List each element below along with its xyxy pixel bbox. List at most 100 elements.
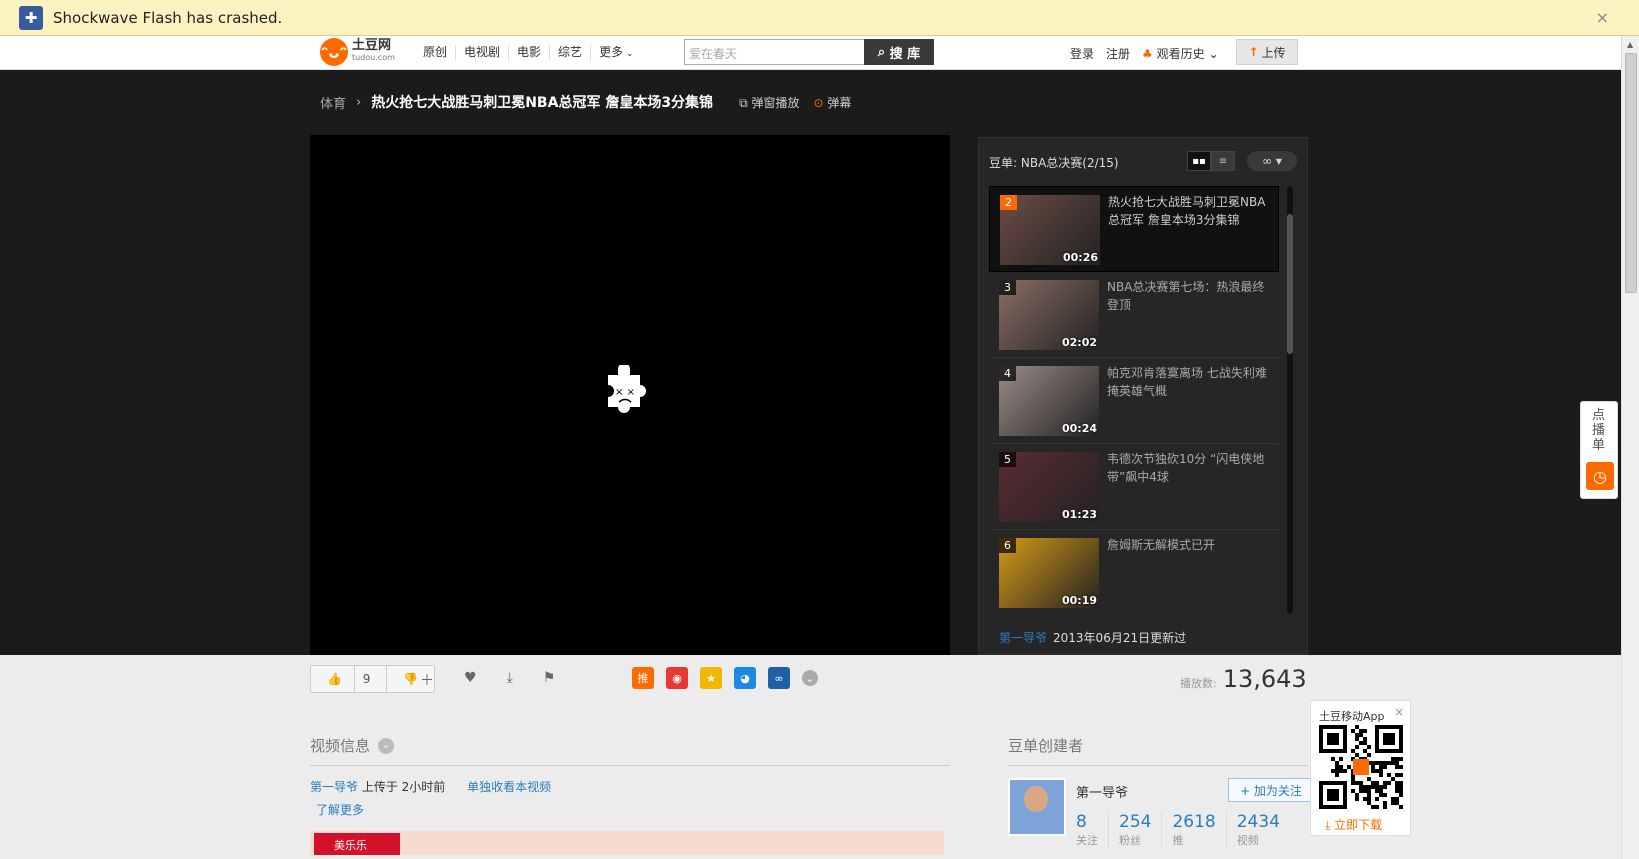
grid-view-icon[interactable]: ▪▪ <box>1187 151 1211 171</box>
loop-dropdown[interactable]: ∞ ▾ <box>1247 151 1297 171</box>
chevron-right-icon: › <box>356 94 362 110</box>
item-duration: 00:26 <box>1062 251 1098 264</box>
clock-icon[interactable]: ◷ <box>1586 462 1614 490</box>
heart-icon[interactable]: ♥ <box>464 670 477 690</box>
uploader-link[interactable]: 第一导爷 <box>310 780 358 794</box>
star-icon[interactable]: ★ <box>700 667 722 689</box>
item-duration: 00:24 <box>1061 422 1097 435</box>
history-link[interactable]: ♣ 观看历史 ⌄ <box>1142 45 1218 62</box>
video-info-title: 视频信息 <box>310 737 371 755</box>
download-icon[interactable]: ⤓ <box>507 670 513 690</box>
video-info-section: 视频信息 ⌄ 第一导爷 上传于 2小时前 单独收看本视频 了解更多 美乐乐 <box>310 735 950 855</box>
playlist-scrollbar[interactable] <box>1287 186 1293 614</box>
video-thumbnail[interactable]: 4 00:24 <box>999 366 1099 436</box>
nav-item-movies[interactable]: 电影 <box>509 45 551 61</box>
playlist-item[interactable]: 4 00:24 帕克邓肯落寞离场 七战失利难掩英雄气概 <box>989 358 1279 444</box>
creator-stat[interactable]: 254 粉丝 <box>1108 812 1161 848</box>
nav-item-more[interactable]: 更多 ⌄ <box>591 45 641 61</box>
playlist-item[interactable]: 3 02:02 NBA总决赛第七场：热浪最终登顶 <box>989 272 1279 358</box>
popup-play-link[interactable]: ⧉ 弹窗播放 <box>739 94 799 111</box>
item-duration: 02:02 <box>1061 336 1097 349</box>
search-icon: ⌕ <box>877 44 890 60</box>
creator-name[interactable]: 第一导爷 <box>1076 782 1128 801</box>
creator-stat[interactable]: 2434 视频 <box>1225 812 1290 848</box>
playlist-item[interactable]: 5 01:23 韦德次节独砍10分 “闪电侠地带”飙中4球 <box>989 444 1279 530</box>
collect-link[interactable]: 单独收看本视频 <box>467 780 551 794</box>
chevron-down-icon: ⌄ <box>623 49 634 59</box>
register-link[interactable]: 注册 <box>1106 45 1130 62</box>
item-title[interactable]: 詹姆斯无解模式已开 <box>1107 536 1272 554</box>
item-title[interactable]: 帕克邓肯落寞离场 七战失利难掩英雄气概 <box>1107 364 1272 400</box>
flag-icon[interactable]: ⚑ <box>543 670 556 690</box>
avatar[interactable] <box>1008 778 1066 836</box>
more-share-icon[interactable]: ⌄ <box>802 670 818 686</box>
renren-icon[interactable]: ∞ <box>768 667 790 689</box>
play-count: 播放数: 13,643 <box>1180 665 1307 693</box>
nav-item-tv[interactable]: 电视剧 <box>456 45 510 61</box>
add-icon[interactable]: ＋ <box>420 670 434 690</box>
page-scrollbar[interactable]: ▲ <box>1621 36 1639 859</box>
search-button[interactable]: ⌕ 搜 库 <box>864 39 934 65</box>
divider <box>1008 765 1308 766</box>
video-thumbnail[interactable]: 2 00:26 <box>1000 195 1100 265</box>
scroll-thumb[interactable] <box>1625 53 1637 293</box>
item-duration: 01:23 <box>1061 508 1097 521</box>
danmu-icon: ⊙ <box>813 95 824 110</box>
video-title: 热火抢七大战胜马刺卫冕NBA总冠军 詹皇本场3分集锦 <box>371 95 714 111</box>
nav-item-variety[interactable]: 综艺 <box>550 45 592 61</box>
close-icon[interactable]: × <box>1596 8 1609 27</box>
item-title[interactable]: 热火抢七大战胜马刺卫冕NBA总冠军 詹皇本场3分集锦 <box>1108 193 1273 229</box>
close-icon[interactable]: × <box>1394 705 1404 719</box>
creator-card: 第一导爷 + 加为关注 8 关注 254 粉丝 2618 推 2434 视频 <box>1008 778 1314 848</box>
like-dislike-box: 👍 9 👎 <box>310 665 436 693</box>
download-icon: ⤓ <box>1325 818 1331 832</box>
upload-button[interactable]: ↑ 上传 <box>1236 39 1298 65</box>
item-title[interactable]: 韦德次节独砍10分 “闪电侠地带”飙中4球 <box>1107 450 1272 486</box>
like-button[interactable]: 👍 9 <box>311 666 386 692</box>
logo-text-en: tudou.com <box>352 53 395 62</box>
scroll-up-arrow-icon[interactable]: ▲ <box>1627 40 1633 49</box>
divider <box>310 765 950 766</box>
weibo-icon[interactable]: ◉ <box>666 667 688 689</box>
list-view-icon[interactable]: ≡ <box>1211 151 1235 171</box>
item-number: 2 <box>1000 195 1017 210</box>
video-player[interactable]: × × <box>310 135 950 655</box>
item-number: 6 <box>999 538 1016 553</box>
item-title[interactable]: NBA总决赛第七场：热浪最终登顶 <box>1107 278 1272 314</box>
video-thumbnail[interactable]: 6 00:19 <box>999 538 1099 608</box>
search-input[interactable]: 爱在春天 <box>684 39 865 65</box>
playlist-author-link[interactable]: 第一导爷 <box>999 631 1047 645</box>
login-link[interactable]: 登录 <box>1070 45 1094 62</box>
nav-item-original[interactable]: 原创 <box>415 45 457 61</box>
ad-banner[interactable]: 美乐乐 <box>310 831 944 855</box>
danmu-toggle[interactable]: ⊙ 弹幕 <box>813 94 851 111</box>
video-thumbnail[interactable]: 5 01:23 <box>999 452 1099 522</box>
playlist-item[interactable]: 6 00:19 詹姆斯无解模式已开 <box>989 530 1279 614</box>
creator-stat[interactable]: 8 关注 <box>1076 812 1108 848</box>
qr-code <box>1319 725 1403 809</box>
creator-stats: 8 关注 254 粉丝 2618 推 2434 视频 <box>1076 812 1290 848</box>
puzzle-plugin-icon: ✚ <box>19 5 43 30</box>
plugin-crash-infobar: ✚ Shockwave Flash has crashed. × <box>0 0 1639 36</box>
action-bar: 👍 9 👎 ＋ ♥ ⤓ ⚑ 推 ◉ ★ ◕ ∞ ⌄ 播放数: 13,643 <box>310 665 1310 695</box>
popout-icon: ⧉ <box>739 95 748 110</box>
follow-button[interactable]: + 加为关注 <box>1228 778 1314 802</box>
loop-icon: ∞ <box>1262 154 1273 168</box>
playlist-item[interactable]: 2 00:26 热火抢七大战胜马刺卫冕NBA总冠军 詹皇本场3分集锦 <box>989 186 1279 272</box>
creator-stat[interactable]: 2618 推 <box>1161 812 1225 848</box>
download-app-link[interactable]: ⤓ 立即下载 <box>1325 816 1382 833</box>
breadcrumb-category[interactable]: 体育 <box>320 93 346 112</box>
on-demand-list-tab[interactable]: 点播单 ◷ <box>1580 401 1618 499</box>
creator-title: 豆单创建者 <box>1008 737 1084 755</box>
item-duration: 00:19 <box>1061 594 1097 607</box>
playlist-creator-section: 豆单创建者 第一导爷 + 加为关注 8 关注 254 粉丝 2618 推 2434 视频 <box>1008 735 1314 848</box>
mobile-app-qr-popup: 土豆移动App × ⤓ 立即下载 <box>1310 700 1411 836</box>
chevron-down-icon[interactable]: ⌄ <box>378 737 395 754</box>
qq-icon[interactable]: ◕ <box>734 667 756 689</box>
video-thumbnail[interactable]: 3 02:02 <box>999 280 1099 350</box>
site-logo[interactable]: ᵔᴗᵔ 土豆网 tudou.com <box>320 38 395 66</box>
learn-more-link[interactable]: 了解更多 <box>316 803 364 817</box>
recommend-icon[interactable]: 推 <box>632 667 654 689</box>
video-stage: 体育 › 热火抢七大战胜马刺卫冕NBA总冠军 詹皇本场3分集锦 ⧉ 弹窗播放 ⊙… <box>0 70 1621 655</box>
item-number: 3 <box>999 280 1016 295</box>
